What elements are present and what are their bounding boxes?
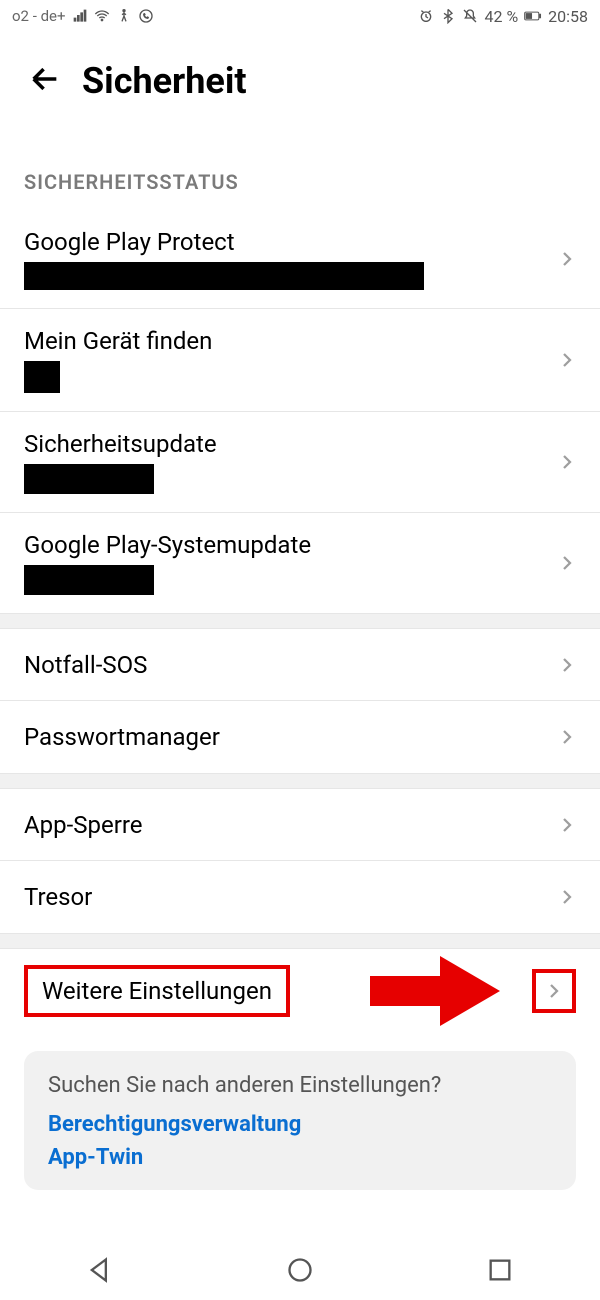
annotation-arrow-icon — [370, 956, 500, 1026]
row-vault[interactable]: Tresor — [0, 861, 600, 933]
row-label: Sicherheitsupdate — [24, 430, 217, 458]
chevron-right-icon — [558, 816, 576, 834]
nav-back-button[interactable] — [86, 1256, 114, 1288]
nav-recent-button[interactable] — [486, 1256, 514, 1288]
section-gap — [0, 933, 600, 949]
row-label: Passwortmanager — [24, 723, 220, 751]
list-emergency: Notfall-SOS Passwortmanager — [0, 629, 600, 773]
chevron-right-icon — [558, 554, 576, 572]
row-google-play-system-update[interactable]: Google Play-Systemupdate — [0, 513, 600, 613]
chevron-right-icon — [558, 453, 576, 471]
walking-icon — [116, 8, 132, 24]
header: Sicherheit — [0, 32, 600, 126]
suggestion-link-permissions[interactable]: Berechtigungsverwaltung — [48, 1112, 552, 1137]
section-gap — [0, 613, 600, 629]
suggestion-link-app-twin[interactable]: App-Twin — [48, 1145, 552, 1170]
row-security-update[interactable]: Sicherheitsupdate — [0, 412, 600, 513]
suggestion-title: Suchen Sie nach anderen Einstellungen? — [48, 1073, 552, 1098]
status-bar: o2 - de+ 42 % 20:58 — [0, 0, 600, 32]
chevron-right-icon — [558, 656, 576, 674]
system-nav-bar — [0, 1244, 600, 1300]
section-gap — [0, 773, 600, 789]
row-label: Notfall-SOS — [24, 651, 147, 679]
chevron-right-icon — [558, 351, 576, 369]
chevron-right-icon — [558, 250, 576, 268]
bluetooth-icon — [440, 8, 456, 24]
battery-icon — [524, 7, 542, 25]
highlight-box-chevron — [532, 969, 576, 1013]
row-label: Tresor — [24, 883, 92, 911]
carrier-label: o2 - de+ — [12, 7, 66, 25]
redacted-block — [24, 262, 424, 290]
chevron-right-icon — [545, 982, 563, 1000]
row-more-settings[interactable]: Weitere Einstellungen — [0, 949, 600, 1033]
row-google-play-protect[interactable]: Google Play Protect — [0, 210, 600, 309]
row-label: Mein Gerät finden — [24, 327, 212, 355]
row-app-lock[interactable]: App-Sperre — [0, 789, 600, 861]
section-header-security-status: SICHERHEITSSTATUS — [0, 126, 600, 210]
chevron-right-icon — [558, 728, 576, 746]
list-security-status: Google Play Protect Mein Gerät finden Si… — [0, 210, 600, 613]
row-password-manager[interactable]: Passwortmanager — [0, 701, 600, 773]
time-label: 20:58 — [548, 7, 588, 26]
row-find-my-device[interactable]: Mein Gerät finden — [0, 309, 600, 412]
row-label: Google Play Protect — [24, 228, 424, 256]
row-emergency-sos[interactable]: Notfall-SOS — [0, 629, 600, 701]
list-app-lock: App-Sperre Tresor — [0, 789, 600, 933]
highlight-box-label: Weitere Einstellungen — [24, 965, 290, 1017]
whatsapp-icon — [138, 8, 154, 24]
chevron-right-icon — [558, 888, 576, 906]
row-label: Google Play-Systemupdate — [24, 531, 311, 559]
redacted-block — [24, 565, 154, 595]
signal-icon — [72, 8, 88, 24]
back-button[interactable] — [28, 62, 62, 100]
mute-icon — [462, 8, 478, 24]
status-right: 42 % 20:58 — [418, 7, 588, 26]
suggestion-card: Suchen Sie nach anderen Einstellungen? B… — [24, 1051, 576, 1190]
page-title: Sicherheit — [82, 60, 247, 102]
battery-percent-label: 42 % — [484, 7, 518, 26]
alarm-icon — [418, 8, 434, 24]
redacted-block — [24, 464, 154, 494]
status-left: o2 - de+ — [12, 7, 154, 25]
nav-home-button[interactable] — [286, 1256, 314, 1288]
redacted-block — [24, 361, 60, 393]
row-label: Weitere Einstellungen — [42, 977, 272, 1005]
row-label: App-Sperre — [24, 811, 142, 839]
wifi-icon — [94, 8, 110, 24]
